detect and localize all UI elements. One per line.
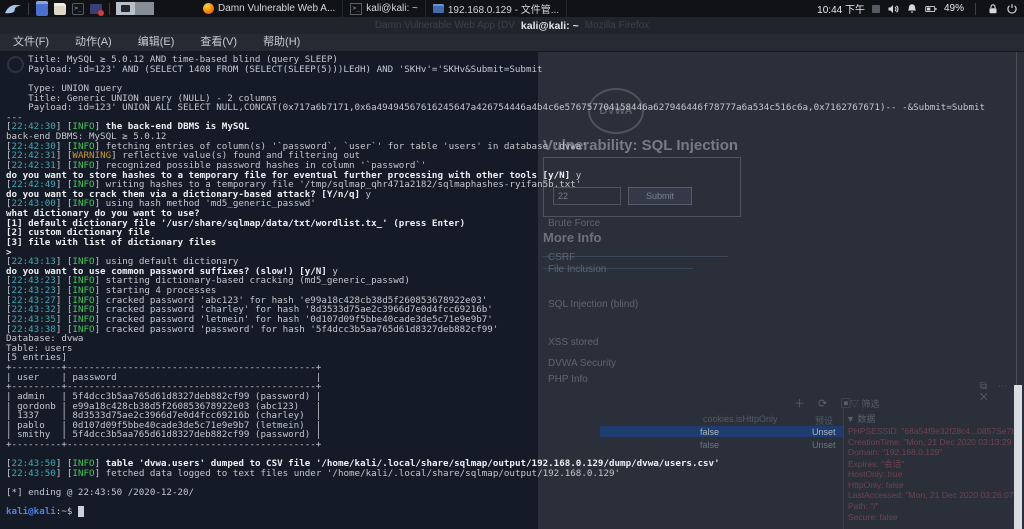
taskbar-window-buttons: Damn Vulnerable Web A... >_ kali@kali: ~ 19… xyxy=(196,0,567,17)
terminal-line: +---------+-----------------------------… xyxy=(6,440,985,450)
window-title: kali@kali: ~ xyxy=(521,20,579,32)
firefox-icon xyxy=(203,3,214,14)
workspace-pager xyxy=(116,2,154,15)
taskbar-window-button[interactable]: >_ kali@kali: ~ xyxy=(343,0,426,17)
terminal-line: [1] default dictionary file '/usr/share/… xyxy=(6,219,985,229)
taskbar-window-button[interactable]: Damn Vulnerable Web A... xyxy=(196,0,343,17)
divider xyxy=(28,3,29,15)
terminal-line: Table: users xyxy=(6,344,985,354)
window-icon[interactable] xyxy=(36,1,48,16)
notification-bell-icon[interactable] xyxy=(906,3,918,15)
launcher-row: >_ xyxy=(33,1,105,16)
terminal-output[interactable]: Title: MySQL ≥ 5.0.12 AND time-based bli… xyxy=(6,55,985,517)
terminal-line: Payload: id=123' UNION ALL SELECT NULL,C… xyxy=(6,103,985,113)
workspace-1[interactable] xyxy=(116,2,135,15)
terminal-line: [22:43:50] [INFO] fetched data logged to… xyxy=(6,469,985,479)
file-manager-icon[interactable] xyxy=(54,3,66,15)
menu-item[interactable]: 帮助(H) xyxy=(250,34,313,51)
power-icon[interactable] xyxy=(1006,3,1018,15)
window-button-label: 192.168.0.129 - 文件管... xyxy=(448,1,559,16)
tray-indicator-icon xyxy=(872,5,880,13)
terminal-menubar: 文件(F)动作(A)编辑(E)查看(V)帮助(H) xyxy=(0,34,1024,52)
lock-icon[interactable] xyxy=(987,3,999,15)
taskbar-window-button[interactable]: 192.168.0.129 - 文件管... xyxy=(426,0,567,17)
workspace-2[interactable] xyxy=(135,2,154,15)
volume-icon[interactable] xyxy=(887,3,899,15)
terminal-line: [3] file with list of dictionary files xyxy=(6,238,985,248)
terminal-line xyxy=(6,498,985,508)
folder-icon xyxy=(433,4,444,13)
window-button-label: kali@kali: ~ xyxy=(366,3,418,14)
menu-item[interactable]: 查看(V) xyxy=(187,34,250,51)
terminal-line: kali@kali:~$ xyxy=(6,507,985,517)
terminal-viewport[interactable]: DVWA Vulnerability: SQL Injection 22 Sub… xyxy=(0,51,1024,529)
terminal-line: Payload: id=123' AND (SELECT 1408 FROM (… xyxy=(6,65,985,75)
alert-badge xyxy=(98,10,104,16)
background-window-title: Damn Vulnerable Web App (DV xyxy=(375,20,515,31)
kali-menu-icon[interactable] xyxy=(3,1,23,16)
background-window-title: Mozilla Firefox xyxy=(585,20,649,31)
terminal-line: [22:43:38] [INFO] cracked password 'pass… xyxy=(6,325,985,335)
battery-percent: 49% xyxy=(944,3,964,14)
divider xyxy=(975,3,976,15)
terminal-line: [*] ending @ 22:43:50 /2020-12-20/ xyxy=(6,488,985,498)
divider xyxy=(109,3,110,15)
menu-item[interactable]: 文件(F) xyxy=(0,34,62,51)
display-icon[interactable] xyxy=(90,4,102,14)
system-tray: 10:44 下午 49% xyxy=(817,1,1024,16)
battery-icon[interactable] xyxy=(925,3,937,15)
window-button-label: Damn Vulnerable Web A... xyxy=(218,3,335,14)
scrollbar-thumb[interactable] xyxy=(1014,385,1022,529)
taskbar: >_ Damn Vulnerable Web A... >_ kali@kali: … xyxy=(0,0,1024,17)
menu-item[interactable]: 动作(A) xyxy=(62,34,125,51)
window-thumbnail xyxy=(121,5,130,12)
terminal-line: Database: dvwa xyxy=(6,334,985,344)
menu-item[interactable]: 编辑(E) xyxy=(125,34,188,51)
clock[interactable]: 10:44 下午 xyxy=(817,1,865,16)
terminal-titlebar[interactable]: Damn Vulnerable Web App (DV kali@kali: ~… xyxy=(0,17,1024,34)
terminal-line xyxy=(6,74,985,84)
terminal-icon[interactable]: >_ xyxy=(72,3,84,15)
terminal-icon: >_ xyxy=(350,3,362,15)
